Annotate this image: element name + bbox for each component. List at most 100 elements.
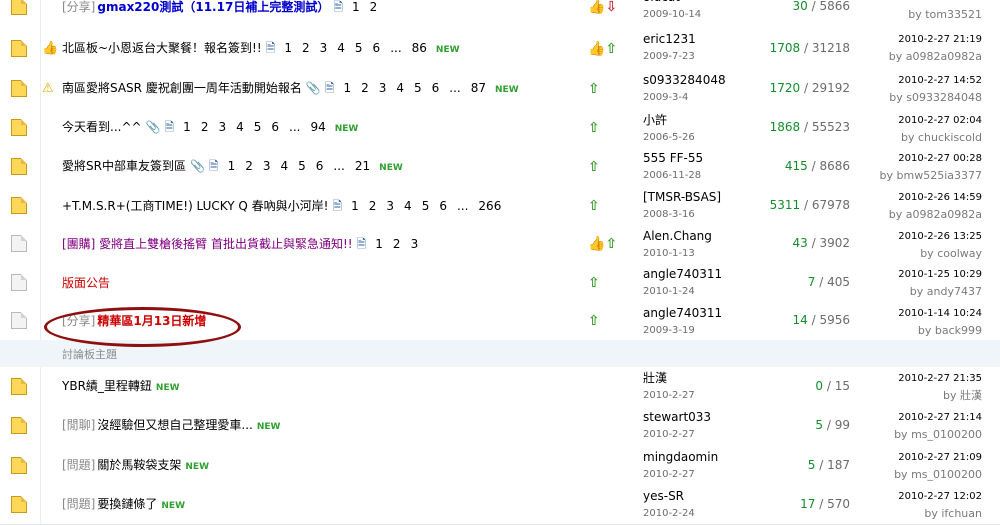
thread-prefix[interactable]: [分享] [62, 314, 95, 328]
page-link[interactable]: 5 [355, 41, 363, 55]
last-post-time-link[interactable]: 2010-2-26 14:59 [889, 190, 982, 205]
page-link[interactable]: 5 [414, 81, 422, 95]
arrow-up-icon[interactable]: ⇧ [588, 275, 600, 291]
author-link[interactable]: eric1231 [643, 32, 696, 47]
folder-new-icon[interactable] [11, 157, 27, 175]
page-link[interactable]: 2 [370, 0, 378, 14]
author-link[interactable]: 555 FF-55 [643, 151, 703, 166]
thread-title-link[interactable]: YBR績_里程轉鈕 [62, 379, 152, 393]
page-link[interactable]: 3 [379, 81, 387, 95]
last-post-time-link[interactable]: 2010-2-27 21:09 [894, 450, 982, 465]
thread-title-link[interactable]: 關於馬鞍袋支架 [97, 458, 181, 472]
page-link[interactable]: 3 [218, 120, 226, 134]
author-link[interactable]: angle740311 [643, 306, 722, 321]
thread-title-link[interactable]: 精華區1月13日新增 [97, 314, 206, 328]
page-link-last[interactable]: 266 [478, 199, 501, 213]
thread-title-link[interactable]: 南區愛將SASR 慶祝創團一周年活動開始報名 [62, 81, 302, 95]
folder-closed-icon[interactable] [11, 235, 27, 252]
page-link[interactable]: 5 [298, 159, 306, 173]
page-link[interactable]: 5 [422, 199, 430, 213]
arrow-down-icon[interactable]: ⇩ [605, 0, 617, 15]
last-post-user-link[interactable]: back999 [935, 324, 982, 337]
last-post-user-link[interactable]: ifchuan [941, 507, 982, 520]
folder-new-icon[interactable] [11, 196, 27, 214]
thread-title-link[interactable]: [團購] 愛將直上雙槍後搖臂 首批出貨截止與緊急通知!! [62, 237, 353, 251]
author-link[interactable]: mingdaomin [643, 450, 718, 465]
thread-prefix[interactable]: [問題] [62, 497, 95, 511]
folder-new-icon[interactable] [11, 0, 27, 15]
page-link[interactable]: 4 [337, 41, 345, 55]
page-link[interactable]: 6 [373, 41, 381, 55]
folder-new-icon[interactable] [11, 119, 27, 136]
last-post-user-link[interactable]: andy7437 [927, 285, 982, 298]
page-link[interactable]: 1 [284, 41, 292, 55]
page-link[interactable]: 2 [302, 41, 310, 55]
last-post-time-link[interactable]: 2010-2-27 12:02 [898, 489, 982, 504]
arrow-up-icon[interactable]: ⇧ [588, 198, 600, 214]
page-link[interactable]: 2 [369, 199, 377, 213]
thread-title-link[interactable]: 今天看到...^^ [62, 120, 142, 134]
page-link[interactable]: 4 [281, 159, 289, 173]
folder-new-icon[interactable] [11, 495, 27, 513]
page-link[interactable]: 3 [386, 199, 394, 213]
page-link[interactable]: 1 [375, 237, 383, 251]
last-post-time-link[interactable]: 2010-1-14 10:24 [898, 306, 982, 321]
last-post-user-link[interactable]: ms_0100200 [911, 428, 982, 441]
folder-closed-icon[interactable] [11, 312, 27, 329]
author-link[interactable]: yes-SR [643, 489, 695, 504]
last-post-time-link[interactable]: 2010-2-27 21:14 [894, 410, 982, 425]
thumbs-up-icon[interactable]: 👍 [588, 0, 605, 15]
thumbs-up-icon[interactable]: 👍 [588, 236, 605, 252]
thread-title-link[interactable]: 愛將SR中部車友簽到區 [62, 159, 186, 173]
page-link-last[interactable]: 21 [355, 159, 370, 173]
arrow-up-icon[interactable]: ⇧ [588, 313, 600, 329]
page-link[interactable]: 5 [254, 120, 262, 134]
last-post-time-link[interactable]: 2010-1-25 10:29 [898, 267, 982, 282]
page-link[interactable]: 1 [228, 159, 236, 173]
folder-new-icon[interactable] [11, 417, 27, 434]
folder-closed-icon[interactable] [11, 273, 27, 291]
last-post-time-link[interactable]: 2010-2-27 00:28 [880, 151, 982, 166]
thumbs-up-icon[interactable]: 👍 [588, 41, 605, 57]
arrow-up-icon[interactable]: ⇧ [588, 120, 600, 136]
page-link[interactable]: 1 [183, 120, 191, 134]
last-post-time-link[interactable]: 2010-2-26 13:25 [898, 229, 982, 244]
last-post-user-link[interactable]: 壯漢 [960, 389, 982, 402]
last-post-time-link[interactable]: 2010-2-27 14:52 [889, 73, 982, 88]
arrow-up-icon[interactable]: ⇧ [588, 159, 600, 175]
last-post-time-link[interactable]: 2010-2-27 21:35 [898, 371, 982, 386]
last-post-time-link[interactable]: 2010-2-8 11:46 [905, 0, 982, 5]
author-link[interactable]: oldcat [643, 0, 701, 5]
thread-title-link[interactable]: gmax220測試（11.17日補上完整測試） [97, 0, 329, 14]
page-link-last[interactable]: 87 [471, 81, 486, 95]
arrow-up-icon[interactable]: ⇧ [588, 81, 600, 97]
last-post-user-link[interactable]: bmw525ia3377 [897, 169, 982, 182]
page-link[interactable]: 4 [396, 81, 404, 95]
thread-title-link[interactable]: 要換鏈條了 [97, 497, 157, 511]
author-link[interactable]: [TMSR-BSAS] [643, 190, 721, 205]
last-post-user-link[interactable]: ms_0100200 [911, 468, 982, 481]
arrow-up-icon[interactable]: ⇧ [605, 236, 617, 252]
page-link[interactable]: 1 [343, 81, 351, 95]
author-link[interactable]: 小許 [643, 113, 695, 128]
last-post-user-link[interactable]: a0982a0982a [906, 208, 982, 221]
last-post-time-link[interactable]: 2010-2-27 21:19 [889, 32, 982, 47]
last-post-user-link[interactable]: coolway [937, 247, 982, 260]
page-link[interactable]: 6 [316, 159, 324, 173]
arrow-up-icon[interactable]: ⇧ [605, 41, 617, 57]
page-link[interactable]: 4 [236, 120, 244, 134]
author-link[interactable]: s0933284048 [643, 73, 726, 88]
last-post-user-link[interactable]: chuckiscold [918, 131, 982, 144]
page-link[interactable]: 3 [263, 159, 271, 173]
thread-title-link[interactable]: 沒經驗但又想自己整理愛車... [97, 418, 252, 432]
last-post-user-link[interactable]: a0982a0982a [906, 50, 982, 63]
page-link[interactable]: 6 [439, 199, 447, 213]
page-link[interactable]: 3 [320, 41, 328, 55]
page-link-last[interactable]: 86 [412, 41, 427, 55]
last-post-user-link[interactable]: tom33521 [925, 8, 982, 21]
thread-title-link[interactable]: 北區板~小恩返台大聚餐！報名簽到!! [62, 41, 262, 55]
thread-title-link[interactable]: +T.M.S.R+(工商TIME!) LUCKY Q 春吶與小河岸! [62, 199, 328, 213]
author-link[interactable]: stewart033 [643, 410, 711, 425]
author-link[interactable]: 壯漢 [643, 371, 695, 386]
page-link[interactable]: 1 [351, 199, 359, 213]
